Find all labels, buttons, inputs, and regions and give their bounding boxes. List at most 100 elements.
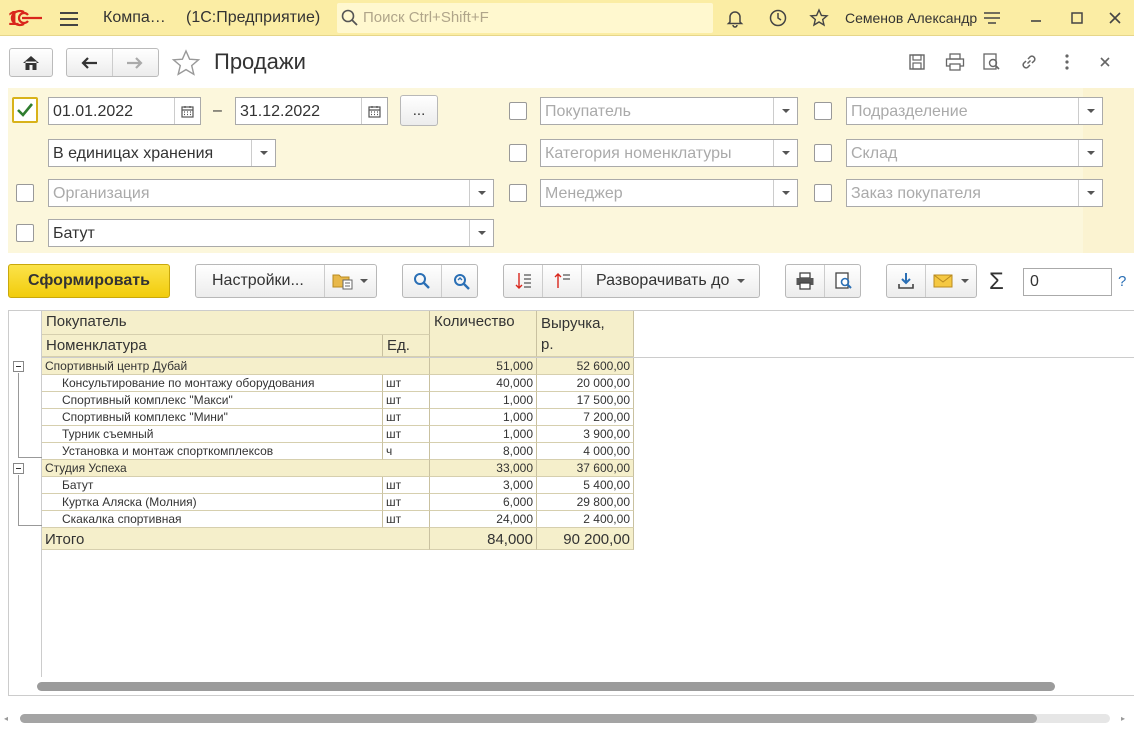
- generate-button[interactable]: Сформировать: [8, 264, 170, 298]
- row-nomenclature[interactable]: Куртка Аляска (Молния): [42, 494, 383, 511]
- row-nomenclature[interactable]: Установка и монтаж спорткомплексов: [42, 443, 383, 460]
- collapse-group-1-icon[interactable]: [13, 361, 24, 372]
- scroll-left-icon[interactable]: ◂: [4, 714, 8, 723]
- date-to-field[interactable]: 31.12.2022: [235, 97, 388, 125]
- row-quantity[interactable]: 1,000: [430, 392, 537, 409]
- chevron-down-icon[interactable]: [773, 140, 797, 166]
- preview-icon[interactable]: [980, 50, 1004, 74]
- row-quantity[interactable]: 3,000: [430, 477, 537, 494]
- print-icon[interactable]: [943, 50, 967, 74]
- row-nomenclature[interactable]: Скакалка спортивная: [42, 511, 383, 528]
- minimize-icon[interactable]: [1023, 5, 1049, 31]
- row-revenue[interactable]: 17 500,00: [537, 392, 634, 409]
- chevron-down-icon[interactable]: [251, 140, 275, 166]
- calendar-icon[interactable]: [361, 98, 387, 124]
- organization-field[interactable]: Организация: [48, 179, 494, 207]
- row-revenue[interactable]: 20 000,00: [537, 375, 634, 392]
- row-quantity[interactable]: 8,000: [430, 443, 537, 460]
- row-quantity[interactable]: 1,000: [430, 426, 537, 443]
- row-revenue[interactable]: 5 400,00: [537, 477, 634, 494]
- more-actions-icon[interactable]: [1055, 50, 1079, 74]
- sum-icon[interactable]: Σ: [989, 268, 1004, 296]
- row-unit[interactable]: шт: [383, 375, 430, 392]
- print-preview-button[interactable]: [825, 265, 862, 297]
- home-button[interactable]: [9, 48, 53, 77]
- chevron-down-icon[interactable]: [469, 220, 493, 246]
- order-field[interactable]: Заказ покупателя: [846, 179, 1103, 207]
- group-buyer-name[interactable]: Спортивный центр Дубай: [42, 358, 430, 375]
- row-unit[interactable]: шт: [383, 494, 430, 511]
- row-nomenclature[interactable]: Спортивный комплекс "Макси": [42, 392, 383, 409]
- row-unit[interactable]: шт: [383, 426, 430, 443]
- row-unit[interactable]: ч: [383, 443, 430, 460]
- organization-checkbox[interactable]: [16, 184, 34, 202]
- star-icon[interactable]: [806, 5, 832, 31]
- sum-field[interactable]: 0: [1023, 268, 1112, 296]
- calendar-icon[interactable]: [174, 98, 200, 124]
- period-select-button[interactable]: ...: [400, 95, 438, 126]
- division-checkbox[interactable]: [814, 102, 832, 120]
- collapse-group-2-icon[interactable]: [13, 463, 24, 474]
- row-unit[interactable]: шт: [383, 511, 430, 528]
- chevron-down-icon[interactable]: [1078, 180, 1102, 206]
- row-quantity[interactable]: 24,000: [430, 511, 537, 528]
- chevron-down-icon[interactable]: [469, 180, 493, 206]
- variants-button[interactable]: [332, 271, 368, 291]
- row-quantity[interactable]: 6,000: [430, 494, 537, 511]
- back-button[interactable]: [67, 49, 113, 76]
- settings-lines-icon[interactable]: [979, 5, 1005, 31]
- units-select[interactable]: В единицах хранения: [48, 139, 276, 167]
- chevron-down-icon[interactable]: [773, 180, 797, 206]
- main-menu-icon[interactable]: [60, 8, 80, 28]
- report-spreadsheet[interactable]: Покупатель Номенклатура Ед. Количество В…: [8, 310, 1134, 696]
- row-nomenclature[interactable]: Батут: [42, 477, 383, 494]
- nomenclature-field[interactable]: Батут: [48, 219, 494, 247]
- favorite-star-icon[interactable]: [171, 49, 201, 77]
- manager-checkbox[interactable]: [509, 184, 527, 202]
- category-field[interactable]: Категория номенклатуры: [540, 139, 798, 167]
- 1c-logo-icon[interactable]: 1: [8, 6, 48, 30]
- total-label[interactable]: Итого: [42, 528, 430, 550]
- save-to-file-button[interactable]: [887, 265, 925, 297]
- row-nomenclature[interactable]: Консультирование по монтажу оборудования: [42, 375, 383, 392]
- total-revenue[interactable]: 90 200,00: [537, 528, 634, 550]
- nomenclature-checkbox[interactable]: [16, 224, 34, 242]
- link-icon[interactable]: [1017, 50, 1041, 74]
- find-next-button[interactable]: [442, 265, 479, 297]
- history-icon[interactable]: [765, 5, 791, 31]
- page-horizontal-scrollbar[interactable]: [20, 714, 1037, 723]
- row-nomenclature[interactable]: Спортивный комплекс "Мини": [42, 409, 383, 426]
- category-checkbox[interactable]: [509, 144, 527, 162]
- expand-all-button[interactable]: [543, 265, 581, 297]
- scroll-right-icon[interactable]: ▸: [1121, 714, 1125, 723]
- warehouse-checkbox[interactable]: [814, 144, 832, 162]
- period-checkbox[interactable]: [12, 97, 38, 123]
- close-form-icon[interactable]: [1093, 50, 1117, 74]
- row-unit[interactable]: шт: [383, 409, 430, 426]
- row-unit[interactable]: шт: [383, 477, 430, 494]
- buyer-field[interactable]: Покупатель: [540, 97, 798, 125]
- find-button[interactable]: [403, 265, 441, 297]
- group-revenue[interactable]: 52 600,00: [537, 358, 634, 375]
- forward-button[interactable]: [113, 49, 159, 76]
- settings-button[interactable]: Настройки...: [212, 272, 304, 290]
- chevron-down-icon[interactable]: [773, 98, 797, 124]
- send-email-button[interactable]: [933, 273, 969, 289]
- row-nomenclature[interactable]: Турник съемный: [42, 426, 383, 443]
- row-revenue[interactable]: 2 400,00: [537, 511, 634, 528]
- row-revenue[interactable]: 3 900,00: [537, 426, 634, 443]
- order-checkbox[interactable]: [814, 184, 832, 202]
- row-quantity[interactable]: 40,000: [430, 375, 537, 392]
- chevron-down-icon[interactable]: [1078, 140, 1102, 166]
- help-icon[interactable]: ?: [1118, 273, 1126, 290]
- division-field[interactable]: Подразделение: [846, 97, 1103, 125]
- group-quantity[interactable]: 33,000: [430, 460, 537, 477]
- buyer-checkbox[interactable]: [509, 102, 527, 120]
- print-button[interactable]: [786, 265, 824, 297]
- close-window-icon[interactable]: [1102, 5, 1128, 31]
- row-revenue[interactable]: 4 000,00: [537, 443, 634, 460]
- row-revenue[interactable]: 7 200,00: [537, 409, 634, 426]
- collapse-all-button[interactable]: [504, 265, 542, 297]
- report-horizontal-scrollbar[interactable]: [37, 682, 1055, 691]
- maximize-icon[interactable]: [1064, 5, 1090, 31]
